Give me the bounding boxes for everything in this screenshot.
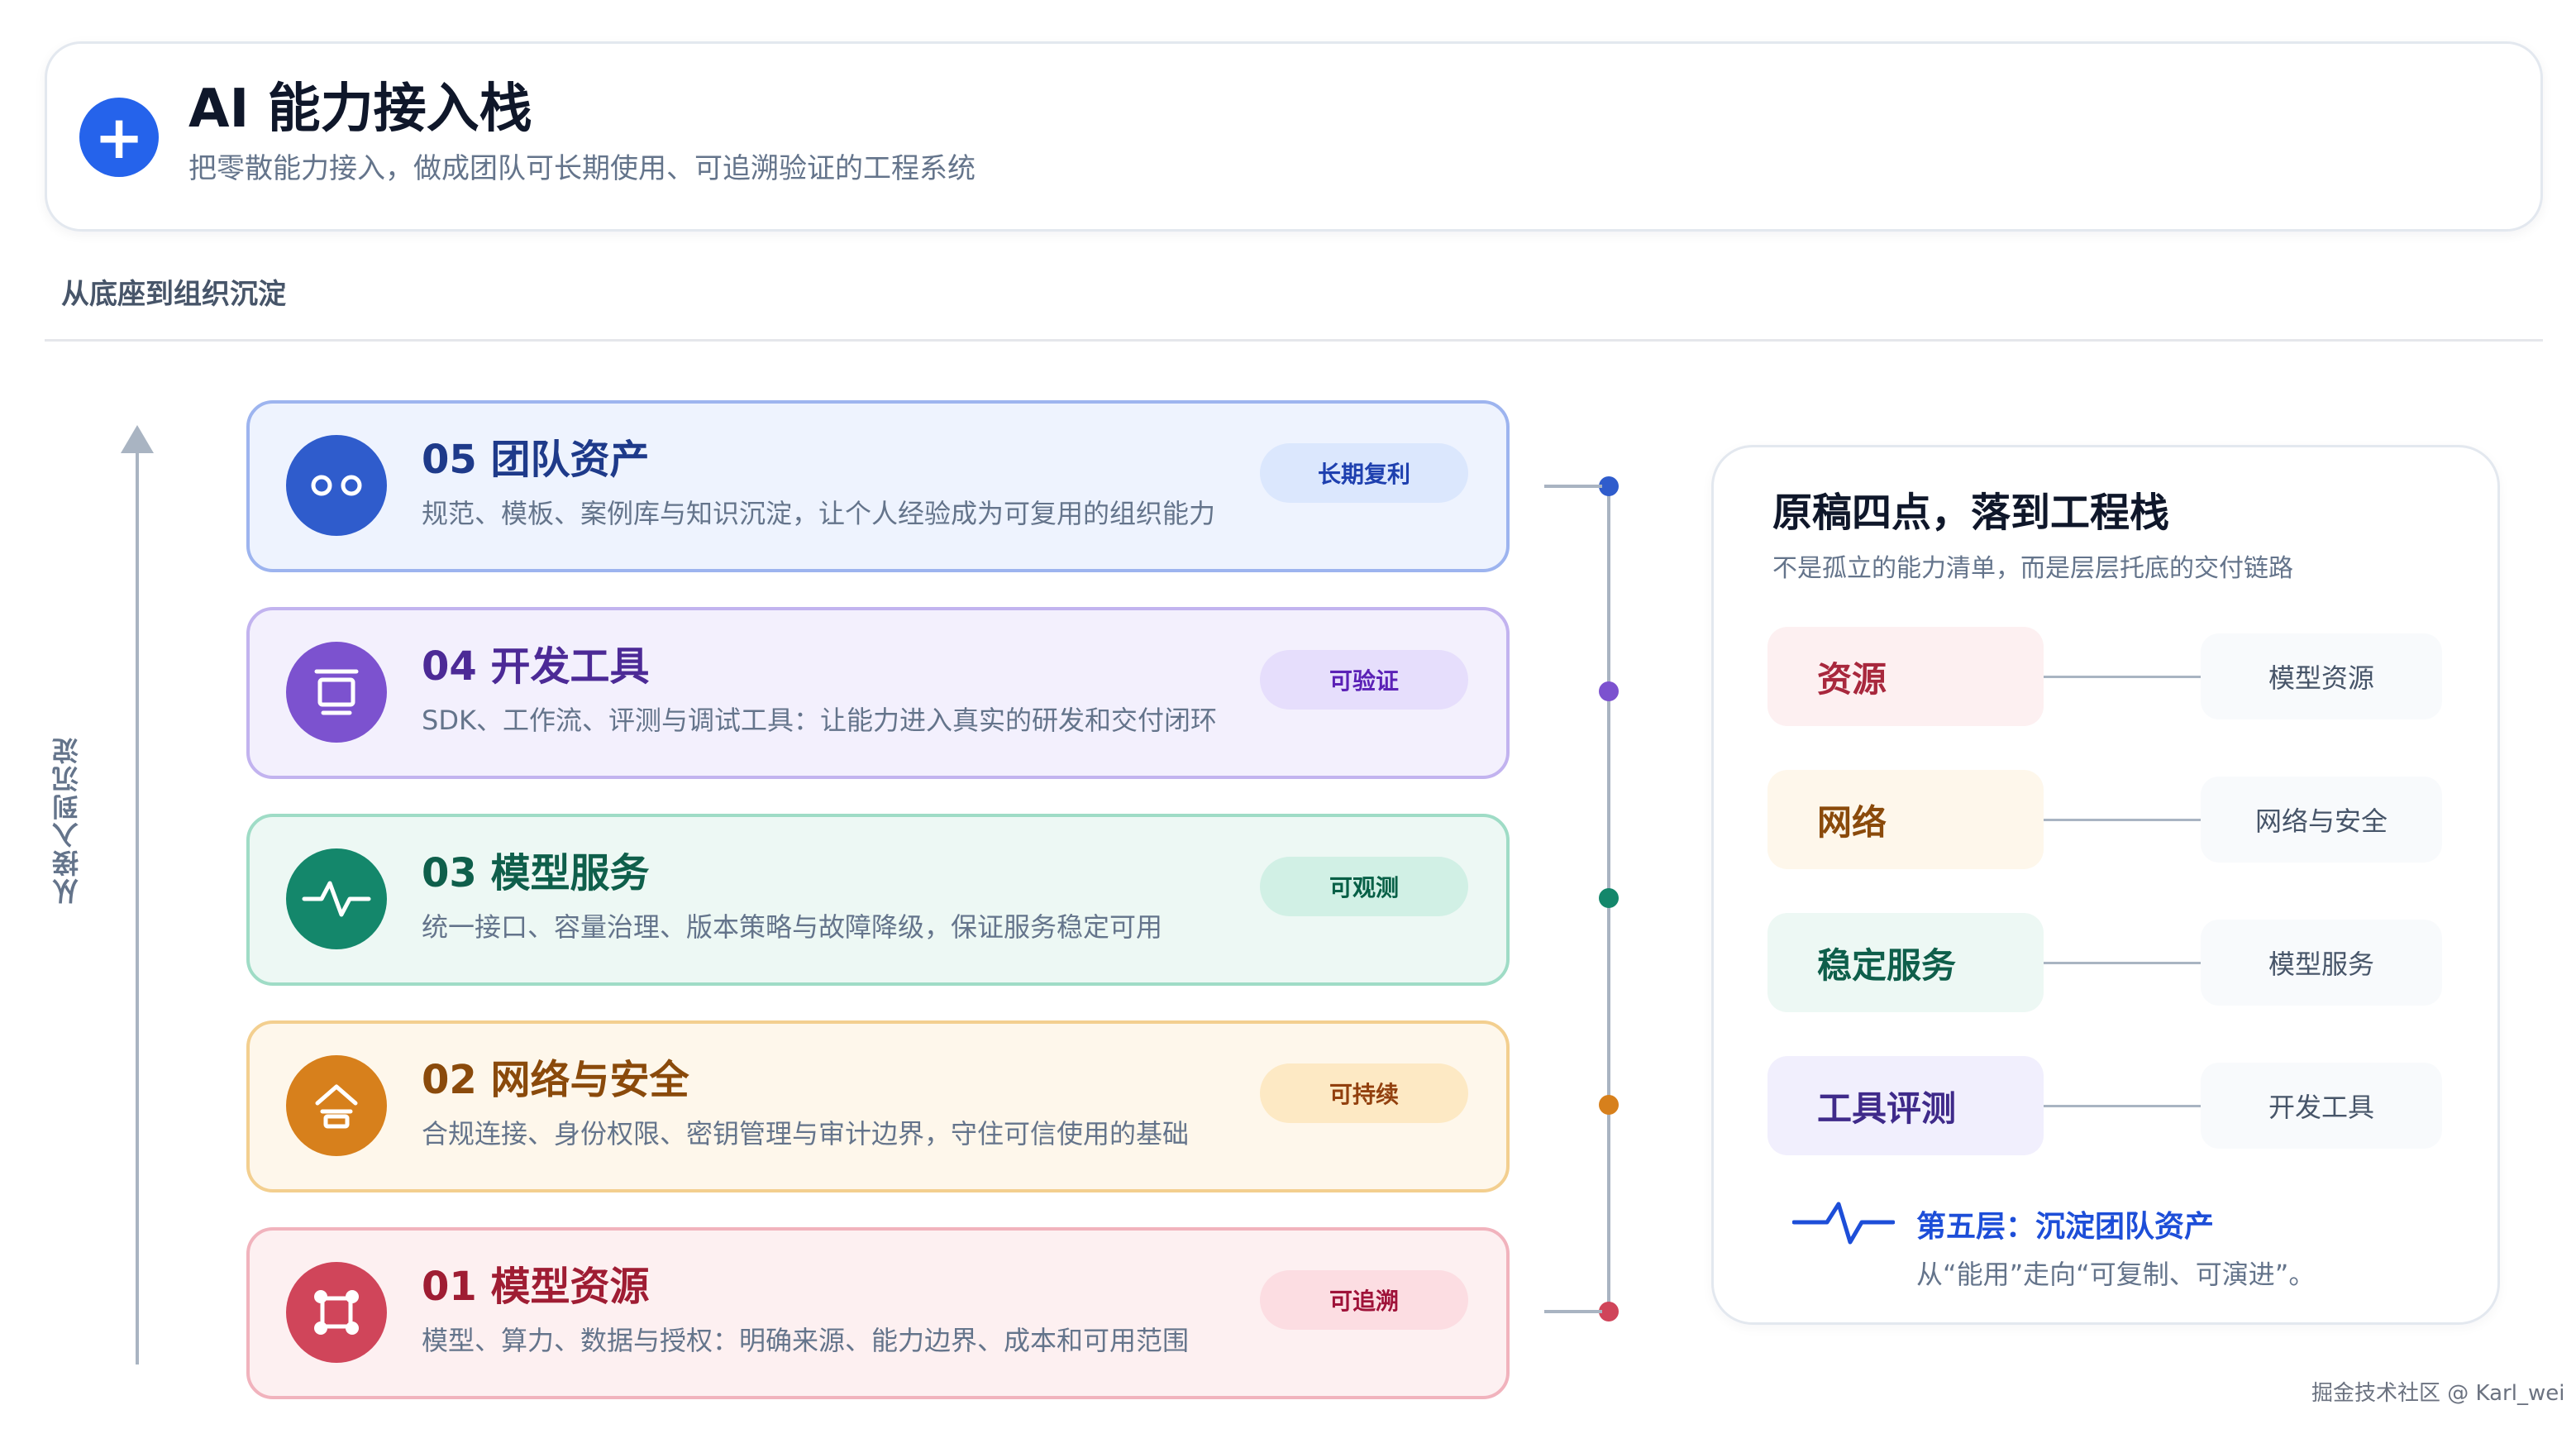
axis-label: 从接入到沉淀 xyxy=(51,736,83,905)
mapping-link-line xyxy=(2044,819,2201,821)
layer-badge: 可持续 xyxy=(1260,1063,1468,1123)
connector-dot xyxy=(1599,888,1619,908)
connector-dot xyxy=(1599,681,1619,701)
mapping-target-pill: 模型资源 xyxy=(2201,633,2442,719)
axis-line xyxy=(136,447,139,1364)
layer-badge: 可追溯 xyxy=(1260,1270,1468,1330)
pulse-icon xyxy=(1791,1197,1896,1250)
layer-description: 合规连接、身份权限、密钥管理与审计边界，守住可信使用的基础 xyxy=(422,1118,1190,1149)
mapping-link-line xyxy=(2044,676,2201,678)
fifth-layer-desc: 从“能用”走向“可复制、可演进”。 xyxy=(1916,1259,2316,1290)
connector-branch xyxy=(1544,485,1602,488)
shield-home-icon xyxy=(286,1055,387,1156)
layer-description: 规范、模板、案例库与知识沉淀，让个人经验成为可复用的组织能力 xyxy=(422,498,1216,529)
section-label: 从底座到组织沉淀 xyxy=(61,278,286,311)
plus-icon: + xyxy=(79,98,159,177)
connector-dot xyxy=(1599,1095,1619,1115)
page-subtitle: 把零散能力接入，做成团队可长期使用、可追溯验证的工程系统 xyxy=(188,152,976,185)
layer-badge: 可验证 xyxy=(1260,650,1468,710)
fifth-layer-title: 第五层：沉淀团队资产 xyxy=(1916,1210,2215,1244)
layer-description: 统一接口、容量治理、版本策略与故障降级，保证服务稳定可用 xyxy=(422,911,1163,943)
page-title: AI 能力接入栈 xyxy=(188,79,532,140)
layer-title: 04 开发工具 xyxy=(422,643,650,690)
nodes-icon xyxy=(286,1262,387,1363)
pulse-icon xyxy=(286,848,387,949)
divider xyxy=(45,339,2543,342)
layer-title: 02 网络与安全 xyxy=(422,1057,689,1103)
layer-title: 05 团队资产 xyxy=(422,437,650,483)
mapping-link-line xyxy=(2044,962,2201,964)
monitor-icon xyxy=(286,642,387,743)
layer-description: 模型、算力、数据与授权：明确来源、能力边界、成本和可用范围 xyxy=(422,1325,1190,1356)
layer-description: SDK、工作流、评测与调试工具：让能力进入真实的研发和交付闭环 xyxy=(422,705,1217,736)
connector-branch xyxy=(1544,1310,1602,1313)
mapping-target-pill: 开发工具 xyxy=(2201,1063,2442,1149)
mapping-source-pill: 稳定服务 xyxy=(1767,913,2044,1012)
layer-badge: 长期复利 xyxy=(1260,443,1468,503)
mapping-source-pill: 资源 xyxy=(1767,627,2044,726)
layer-badge: 可观测 xyxy=(1260,857,1468,916)
layer-title: 01 模型资源 xyxy=(422,1264,650,1310)
watermark: 掘金技术社区 @ Karl_wei xyxy=(2311,1381,2565,1406)
mapping-source-pill: 网络 xyxy=(1767,770,2044,869)
panel-subtitle: 不是孤立的能力清单，而是层层托底的交付链路 xyxy=(1772,554,2293,583)
layer-title: 03 模型服务 xyxy=(422,850,650,896)
mapping-source-pill: 工具评测 xyxy=(1767,1056,2044,1155)
mapping-link-line xyxy=(2044,1105,2201,1107)
two-dots-icon xyxy=(286,435,387,536)
mapping-target-pill: 网络与安全 xyxy=(2201,777,2442,863)
mapping-target-pill: 模型服务 xyxy=(2201,920,2442,1006)
panel-title: 原稿四点，落到工程栈 xyxy=(1772,490,2170,536)
